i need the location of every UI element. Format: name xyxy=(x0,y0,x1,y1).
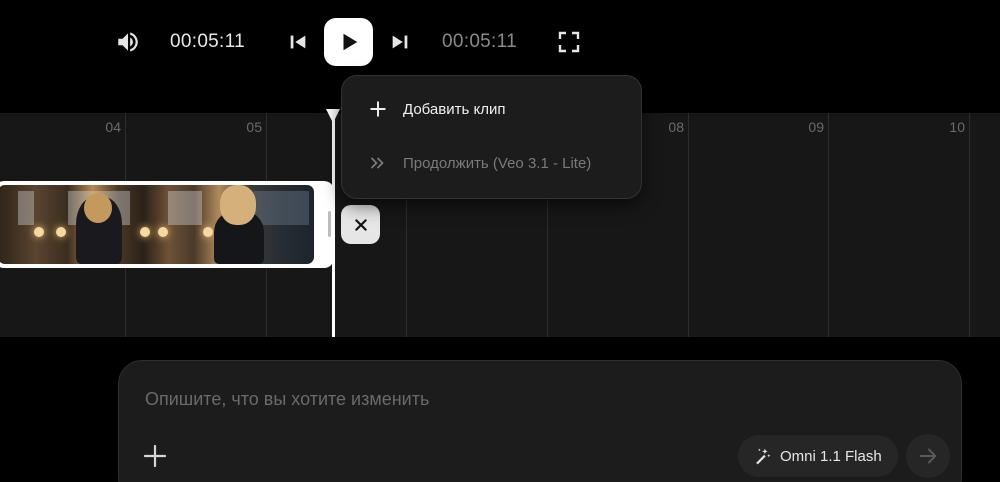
fullscreen-icon xyxy=(558,31,580,53)
video-editor: 00:05:11 00:05:11 04 05 08 09 10 Добавит… xyxy=(0,0,1000,482)
menu-item-label: Продолжить (Veo 3.1 - Lite) xyxy=(403,154,592,172)
playhead[interactable] xyxy=(332,113,335,337)
prompt-add-button[interactable] xyxy=(139,440,171,472)
model-label: Omni 1.1 Flash xyxy=(780,447,882,465)
total-time: 00:05:11 xyxy=(442,31,517,52)
timeline-tick: 10 xyxy=(949,119,965,135)
timeline-gridline xyxy=(688,113,689,337)
prompt-input[interactable] xyxy=(143,383,927,415)
menu-item-continue[interactable]: Продолжить (Veo 3.1 - Lite) xyxy=(342,138,641,188)
menu-item-add-clip[interactable]: Добавить клип xyxy=(342,84,641,134)
add-clip-menu: Добавить клип Продолжить (Veo 3.1 - Lite… xyxy=(341,75,642,199)
skip-next-icon xyxy=(392,35,408,49)
magic-wand-icon xyxy=(752,446,772,466)
play-icon xyxy=(343,33,357,51)
volume-button[interactable] xyxy=(113,27,143,57)
close-icon xyxy=(354,218,367,231)
timeline-tick: 04 xyxy=(105,119,121,135)
plus-icon xyxy=(143,444,167,468)
clip-trim-handle[interactable] xyxy=(328,211,331,237)
timeline-tick: 09 xyxy=(808,119,824,135)
volume-icon xyxy=(118,32,138,52)
remove-clip-button[interactable] xyxy=(341,205,380,244)
fullscreen-button[interactable] xyxy=(554,27,584,57)
plus-icon xyxy=(368,99,388,119)
video-clip[interactable] xyxy=(0,181,334,268)
skip-next-button[interactable] xyxy=(386,28,414,56)
arrow-right-icon xyxy=(919,448,937,464)
current-time: 00:05:11 xyxy=(170,31,245,52)
double-chevron-right-icon xyxy=(368,153,388,173)
send-button[interactable] xyxy=(906,434,950,478)
play-button[interactable] xyxy=(324,18,373,66)
transport-bar: 00:05:11 00:05:11 xyxy=(0,0,1000,86)
timeline-gridline xyxy=(828,113,829,337)
timeline-tick: 05 xyxy=(246,119,262,135)
timeline-tick: 08 xyxy=(668,119,684,135)
skip-previous-button[interactable] xyxy=(284,28,312,56)
prompt-box: Omni 1.1 Flash xyxy=(118,360,962,482)
playhead-handle[interactable] xyxy=(326,109,340,123)
timeline-gridline xyxy=(969,113,970,337)
menu-item-label: Добавить клип xyxy=(403,100,506,118)
skip-previous-icon xyxy=(290,35,306,49)
model-selector[interactable]: Omni 1.1 Flash xyxy=(738,435,898,477)
clip-thumbnails xyxy=(0,185,314,264)
